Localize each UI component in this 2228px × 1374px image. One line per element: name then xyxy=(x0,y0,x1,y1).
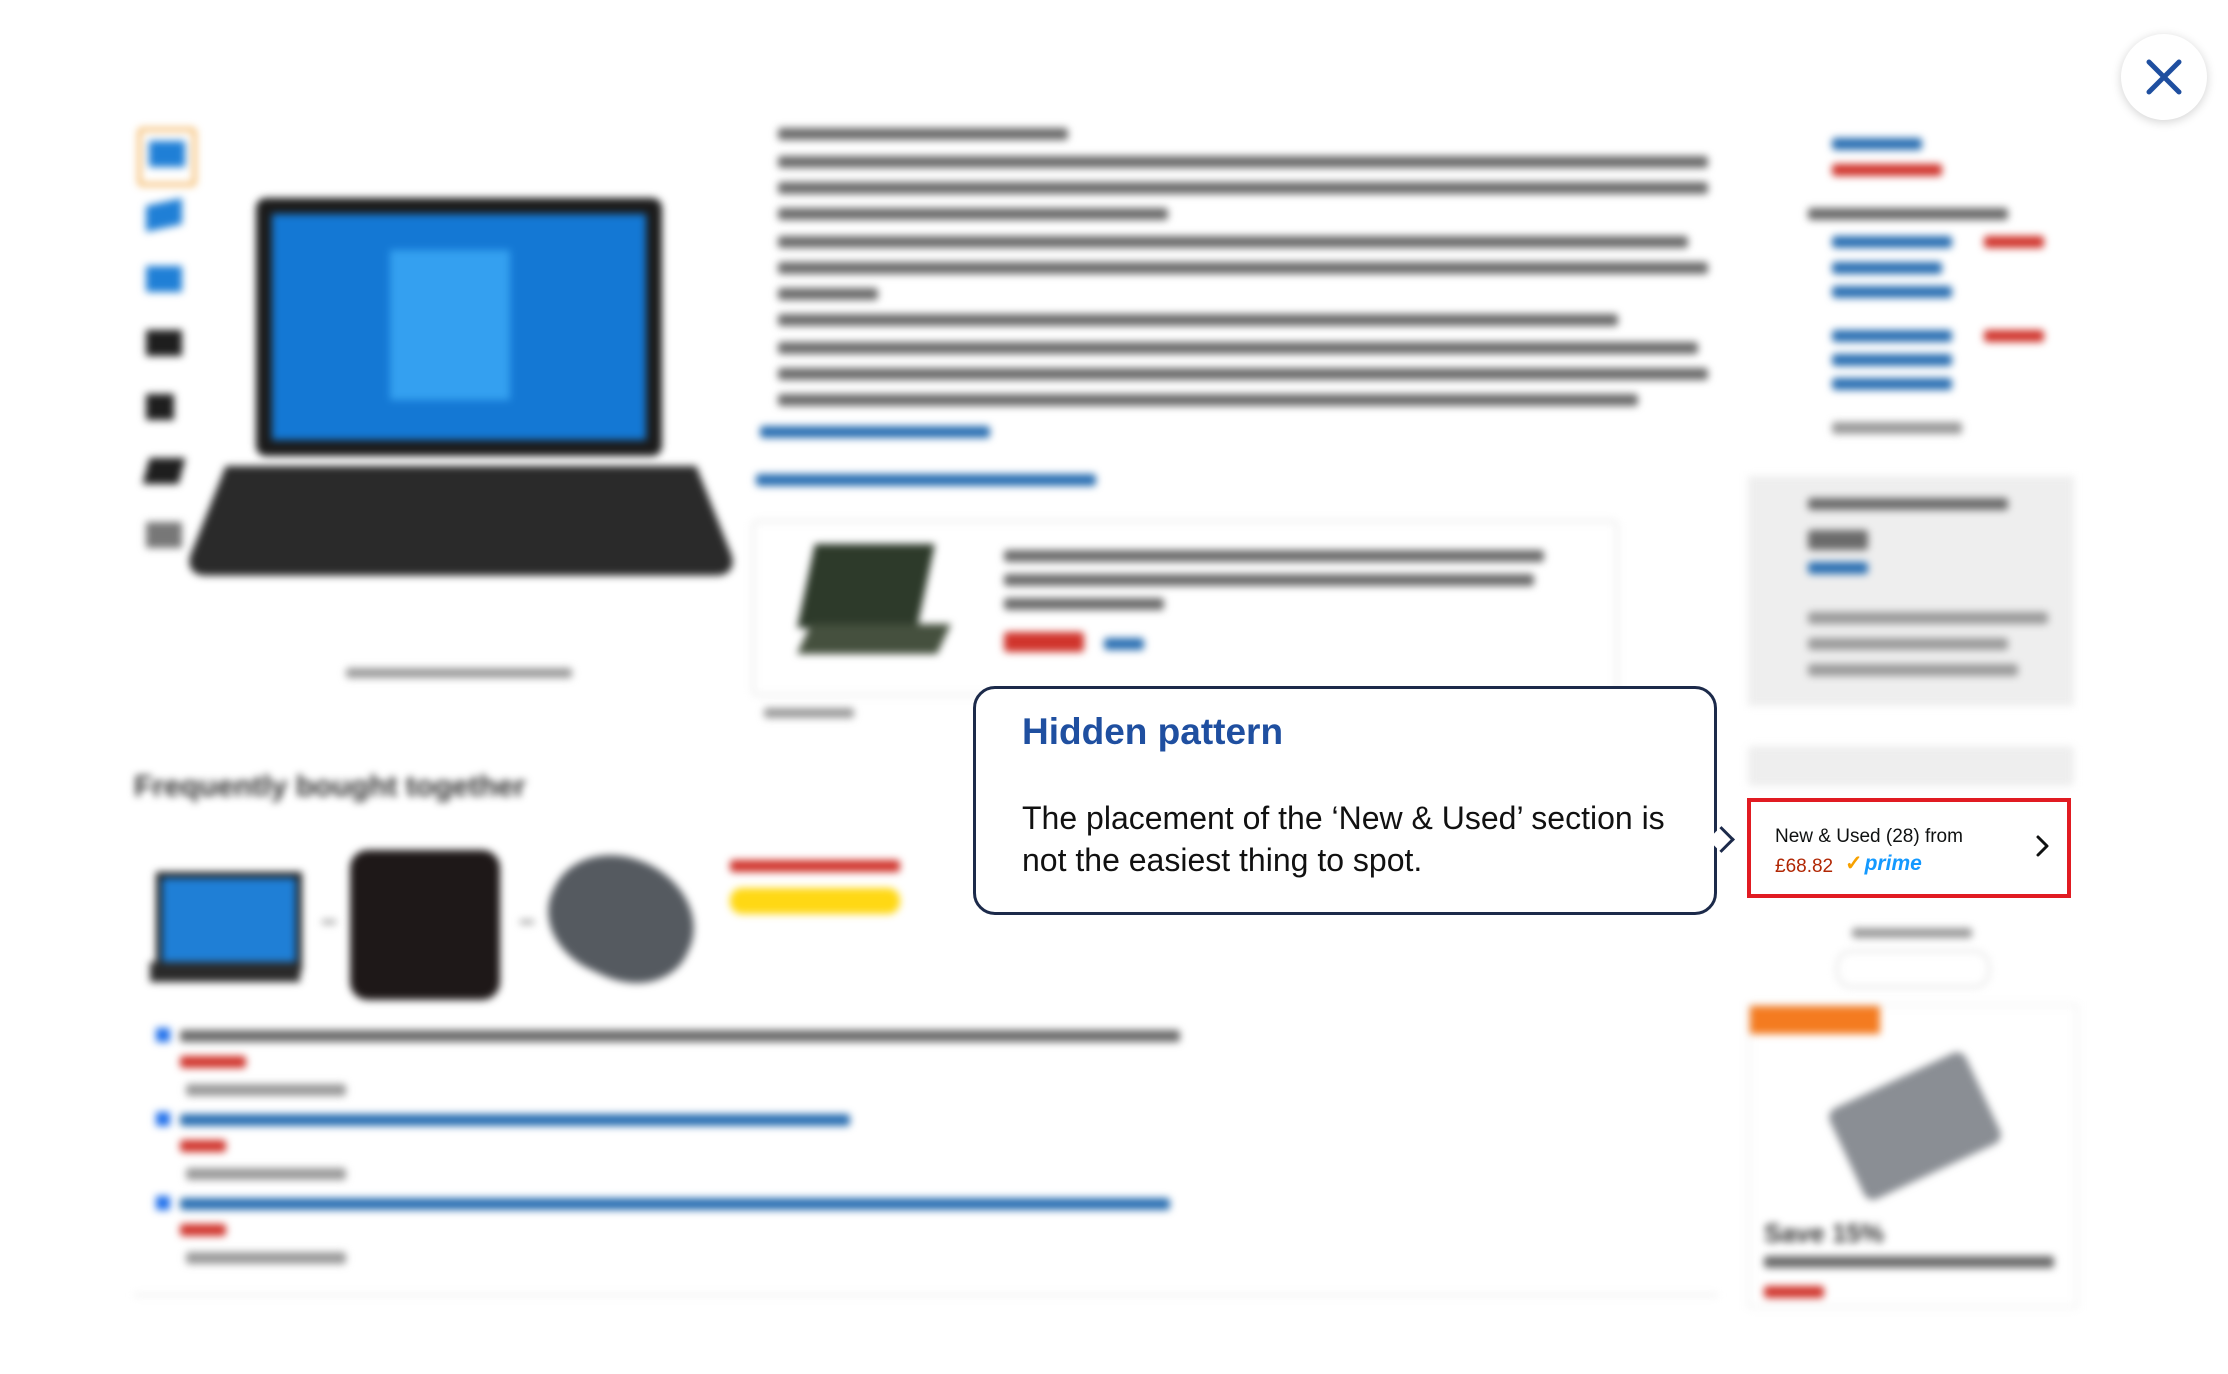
chevron-right-icon xyxy=(2036,835,2049,857)
thumbnail xyxy=(138,128,196,186)
sponsored-label xyxy=(764,708,854,718)
new-used-price: £68.82 xyxy=(1775,856,1834,877)
close-button[interactable] xyxy=(2121,34,2207,120)
thumbnail xyxy=(138,384,190,436)
callout-body: The placement of the ‘New & Used’ sectio… xyxy=(1022,800,1665,878)
promo-card: Save 15% xyxy=(1748,1004,2078,1308)
divider xyxy=(134,1294,1718,1296)
fbt-heading: Frequently bought together xyxy=(134,770,526,803)
thumbnail xyxy=(138,512,190,564)
prime-badge: ✓prime xyxy=(1845,851,1922,876)
zoom-hint xyxy=(346,668,572,678)
thumbnail xyxy=(138,192,190,244)
fbt-add-button xyxy=(730,888,900,914)
new-used-label: New & Used (28) from xyxy=(1775,826,1963,847)
main-product-image xyxy=(182,190,740,590)
hidden-pattern-callout: Hidden pattern The placement of the ‘New… xyxy=(973,686,1717,915)
thumbnail xyxy=(138,448,190,500)
add-to-list xyxy=(1748,746,2074,786)
thumbnail xyxy=(138,320,190,372)
prime-check-icon: ✓ xyxy=(1845,852,1863,875)
thumbnail xyxy=(138,256,190,308)
callout-title: Hidden pattern xyxy=(1022,711,1284,752)
fbt-images xyxy=(140,832,920,1010)
prime-label: prime xyxy=(1864,852,1922,875)
sell-button xyxy=(1836,950,1990,988)
new-and-used-offers-button[interactable]: New & Used (28) from £68.82 ✓prime xyxy=(1747,798,2071,898)
buy-box xyxy=(1748,126,2074,706)
close-icon xyxy=(2146,59,2182,95)
fbt-total-price xyxy=(730,860,900,872)
sponsored-card xyxy=(752,520,1618,696)
sell-question xyxy=(1852,928,1972,938)
